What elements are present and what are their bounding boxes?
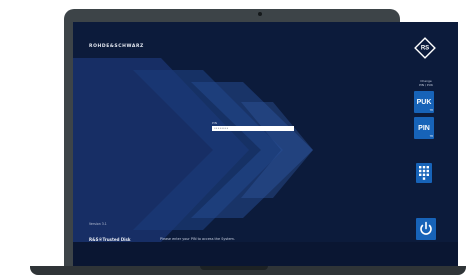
webcam xyxy=(258,12,262,16)
puk-button-label: PUK xyxy=(416,98,432,106)
background-chevrons xyxy=(73,58,458,266)
keypad-icon xyxy=(419,166,429,180)
login-screen: ROHDE&SCHWARZ RS PIN Change PIN / PUK PU… xyxy=(73,22,458,266)
puk-button[interactable]: PUK TB xyxy=(414,91,434,113)
pin-button-label: PIN xyxy=(418,124,430,132)
power-icon xyxy=(420,221,432,235)
power-button[interactable] xyxy=(416,218,436,240)
product-name: R&S®Trusted Disk xyxy=(89,237,131,242)
change-pin-heading: Change PIN / PUK xyxy=(419,79,433,87)
pin-button[interactable]: PIN TB xyxy=(414,117,434,139)
brand-logo-text: ROHDE&SCHWARZ xyxy=(89,44,144,49)
laptop-notch xyxy=(200,266,268,270)
pin-button-sub: TB xyxy=(429,135,433,138)
pin-hint: Please enter your PIN to access the Syst… xyxy=(160,237,235,241)
pin-entry: PIN xyxy=(212,121,294,131)
keypad-button[interactable] xyxy=(416,163,432,183)
rs-logo-icon: RS xyxy=(414,37,436,59)
puk-button-sub: TB xyxy=(429,109,433,112)
pin-input[interactable] xyxy=(212,126,294,131)
version-label: Version 3.1 xyxy=(89,222,107,226)
svg-text:RS: RS xyxy=(421,46,429,52)
